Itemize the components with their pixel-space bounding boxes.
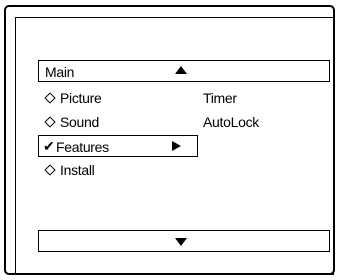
menu-title: Main	[45, 64, 75, 80]
menu-item-label: Picture	[60, 90, 102, 106]
submenu-item-label: Timer	[203, 90, 237, 106]
triangle-up-icon[interactable]	[175, 66, 187, 74]
menu-item-picture[interactable]: Picture	[44, 90, 102, 106]
menu-item-label: Sound	[60, 114, 99, 130]
checkmark-icon: ✔	[43, 138, 55, 154]
menu-title-bar[interactable]: Main	[38, 60, 330, 82]
submenu-item-label: AutoLock	[203, 114, 259, 130]
submenu-item-autolock[interactable]: AutoLock	[203, 114, 259, 130]
menu-item-label: Features	[56, 139, 109, 155]
menu-item-label: Install	[60, 162, 95, 178]
diamond-icon	[44, 92, 56, 104]
diamond-icon	[44, 164, 56, 176]
diamond-icon	[44, 116, 56, 128]
triangle-down-icon[interactable]	[175, 238, 187, 246]
menu-item-install[interactable]: Install	[44, 162, 95, 178]
menu-item-features[interactable]: ✔ Features	[38, 135, 198, 157]
triangle-right-icon	[172, 141, 181, 151]
menu-bottom-bar[interactable]	[38, 230, 330, 252]
submenu-item-timer[interactable]: Timer	[203, 90, 237, 106]
menu-item-sound[interactable]: Sound	[44, 114, 99, 130]
